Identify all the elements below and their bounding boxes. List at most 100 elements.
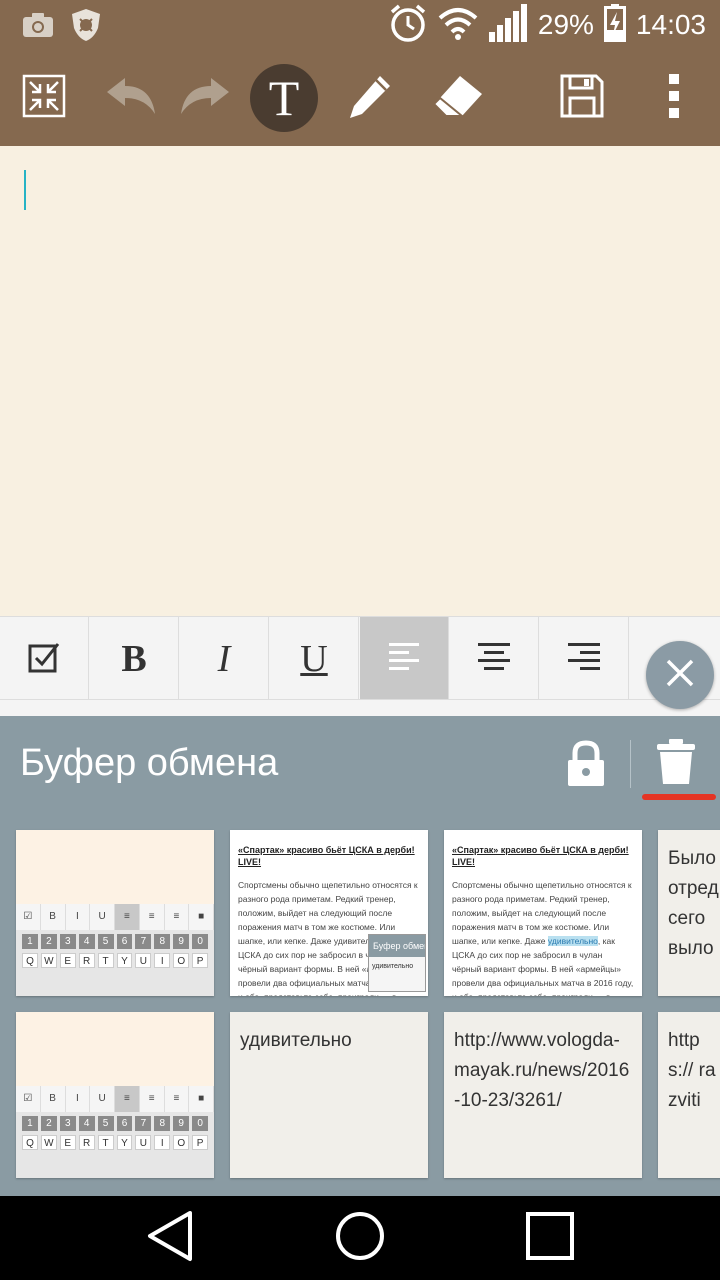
align-center-button[interactable] bbox=[450, 617, 539, 699]
clipboard-item-url[interactable]: http://www.vologda-mayak.ru/news/2016-10… bbox=[444, 1012, 642, 1178]
mini-key: R bbox=[78, 1135, 95, 1150]
mini-key: O bbox=[173, 1135, 190, 1150]
mini-key: 4 bbox=[78, 934, 95, 949]
mini-format-key: I bbox=[66, 1086, 91, 1112]
undo-button[interactable] bbox=[96, 64, 164, 132]
mini-key: 9 bbox=[173, 934, 190, 949]
clipboard-text: удивительно bbox=[240, 1030, 352, 1051]
mini-key: 2 bbox=[40, 934, 57, 949]
mini-key: 0 bbox=[192, 934, 209, 949]
pen-button[interactable] bbox=[336, 64, 404, 132]
mini-key: Q bbox=[22, 1135, 38, 1150]
clipboard-item-text[interactable]: Было отред и сего выло bbox=[658, 830, 720, 996]
mini-format-key: ☑ bbox=[16, 1086, 41, 1112]
eraser-button[interactable] bbox=[424, 64, 492, 132]
navigation-bar bbox=[0, 1196, 720, 1280]
thumbnail-format-bar: ☑ B I U ≡ ≡ ≡ ■ bbox=[16, 904, 214, 930]
pen-icon bbox=[346, 72, 394, 125]
bold-button[interactable]: B bbox=[90, 617, 179, 699]
align-right-button[interactable] bbox=[540, 617, 629, 699]
mini-key: 7 bbox=[135, 1116, 152, 1131]
save-button[interactable] bbox=[548, 64, 616, 132]
thumbnail-editor bbox=[16, 830, 214, 904]
clipboard-item-text[interactable]: удивительно bbox=[230, 1012, 428, 1178]
lock-icon[interactable] bbox=[566, 740, 606, 793]
mini-format-key: ≡ bbox=[115, 904, 140, 930]
mini-key: 4 bbox=[78, 1116, 95, 1131]
back-icon bbox=[146, 1210, 194, 1267]
mini-key: 3 bbox=[59, 934, 76, 949]
clipboard-item-screenshot[interactable]: ☑ B I U ≡ ≡ ≡ ■ 1 2 3 4 5 6 7 8 9 0 Q W … bbox=[16, 1012, 214, 1178]
back-button[interactable] bbox=[140, 1210, 200, 1266]
signal-icon bbox=[488, 3, 528, 47]
mini-key: 9 bbox=[173, 1116, 190, 1131]
mini-key: Y bbox=[116, 953, 133, 968]
thumbnail-keyboard: 1 2 3 4 5 6 7 8 9 0 Q W E R T Y U I O P bbox=[16, 930, 214, 996]
status-bar: 29% 14:03 bbox=[0, 0, 720, 50]
mini-format-key: ≡ bbox=[165, 904, 190, 930]
mini-key: 6 bbox=[116, 934, 133, 949]
home-icon bbox=[335, 1211, 385, 1266]
clipboard-grid: ☑ B I U ≡ ≡ ≡ ■ 1 2 3 4 5 6 7 8 9 0 Q W … bbox=[0, 812, 720, 1196]
battery-charging-icon bbox=[603, 3, 626, 47]
mini-format-key: I bbox=[66, 904, 91, 930]
article-title: «Спартак» красиво бьёт ЦСКА в дерби! LIV… bbox=[238, 845, 415, 867]
home-button[interactable] bbox=[330, 1210, 390, 1266]
clipboard-item-screenshot[interactable]: ☑ B I U ≡ ≡ ≡ ■ 1 2 3 4 5 6 7 8 9 0 Q W … bbox=[16, 830, 214, 996]
divider-strip bbox=[0, 700, 720, 716]
underline-label: U bbox=[300, 638, 328, 680]
italic-button[interactable]: I bbox=[180, 617, 269, 699]
mini-format-key: ≡ bbox=[140, 904, 165, 930]
mini-key: 6 bbox=[116, 1116, 133, 1131]
mini-format-key: ≡ bbox=[140, 1086, 165, 1112]
mini-key: 8 bbox=[154, 1116, 171, 1131]
selected-text: удивительно bbox=[547, 936, 598, 946]
mini-key: E bbox=[59, 1135, 76, 1150]
more-options-button[interactable] bbox=[640, 64, 708, 132]
eraser-icon bbox=[432, 74, 484, 123]
collapse-button[interactable] bbox=[10, 64, 78, 132]
mini-key: 5 bbox=[97, 1116, 114, 1131]
mini-key: 2 bbox=[40, 1116, 57, 1131]
mini-key: 7 bbox=[135, 934, 152, 949]
clipboard-item-article-selection[interactable]: «Спартак» красиво бьёт ЦСКА в дерби! LIV… bbox=[444, 830, 642, 996]
align-left-button[interactable] bbox=[360, 617, 449, 699]
alarm-icon bbox=[388, 3, 428, 48]
mini-key: 5 bbox=[97, 934, 114, 949]
camera-icon bbox=[22, 12, 54, 43]
mini-key: 1 bbox=[22, 1116, 38, 1131]
format-bar: B I U bbox=[0, 616, 720, 700]
mini-key: W bbox=[40, 1135, 57, 1150]
clipboard-item-article[interactable]: «Спартак» красиво бьёт ЦСКА в дерби! LIV… bbox=[230, 830, 428, 996]
recents-button[interactable] bbox=[520, 1210, 580, 1266]
close-clipboard-button[interactable] bbox=[646, 641, 714, 709]
clipboard-item-url[interactable]: https:// razviti bbox=[658, 1012, 720, 1178]
thumbnail-format-bar: ☑ B I U ≡ ≡ ≡ ■ bbox=[16, 1086, 214, 1112]
popup-title: Буфер обмена bbox=[369, 935, 425, 957]
mini-key: T bbox=[97, 953, 114, 968]
mini-format-key: ☑ bbox=[16, 904, 41, 930]
redo-button[interactable] bbox=[172, 64, 240, 132]
mini-key: W bbox=[40, 953, 57, 968]
align-center-icon bbox=[478, 642, 510, 676]
trash-icon[interactable] bbox=[656, 738, 696, 791]
clock: 14:03 bbox=[635, 9, 706, 40]
redo-icon bbox=[179, 76, 233, 121]
mini-key: E bbox=[59, 953, 76, 968]
battery-percent: 29% bbox=[537, 9, 594, 40]
italic-label: I bbox=[217, 638, 231, 680]
note-editor[interactable] bbox=[0, 146, 720, 616]
clipboard-header: Буфер обмена bbox=[0, 716, 720, 812]
mini-format-key: B bbox=[41, 904, 66, 930]
align-left-icon bbox=[389, 642, 419, 676]
clipboard-text: https:// razviti bbox=[668, 1030, 716, 1111]
text-mode-button[interactable]: T bbox=[250, 64, 318, 132]
underline-button[interactable]: U bbox=[270, 617, 359, 699]
trash-active-indicator bbox=[642, 794, 716, 800]
checkbox-button[interactable] bbox=[0, 617, 89, 699]
mini-key: 0 bbox=[192, 1116, 209, 1131]
more-icon bbox=[667, 73, 681, 123]
mini-key: Q bbox=[22, 953, 38, 968]
save-icon bbox=[560, 74, 604, 123]
collapse-icon bbox=[22, 74, 66, 123]
